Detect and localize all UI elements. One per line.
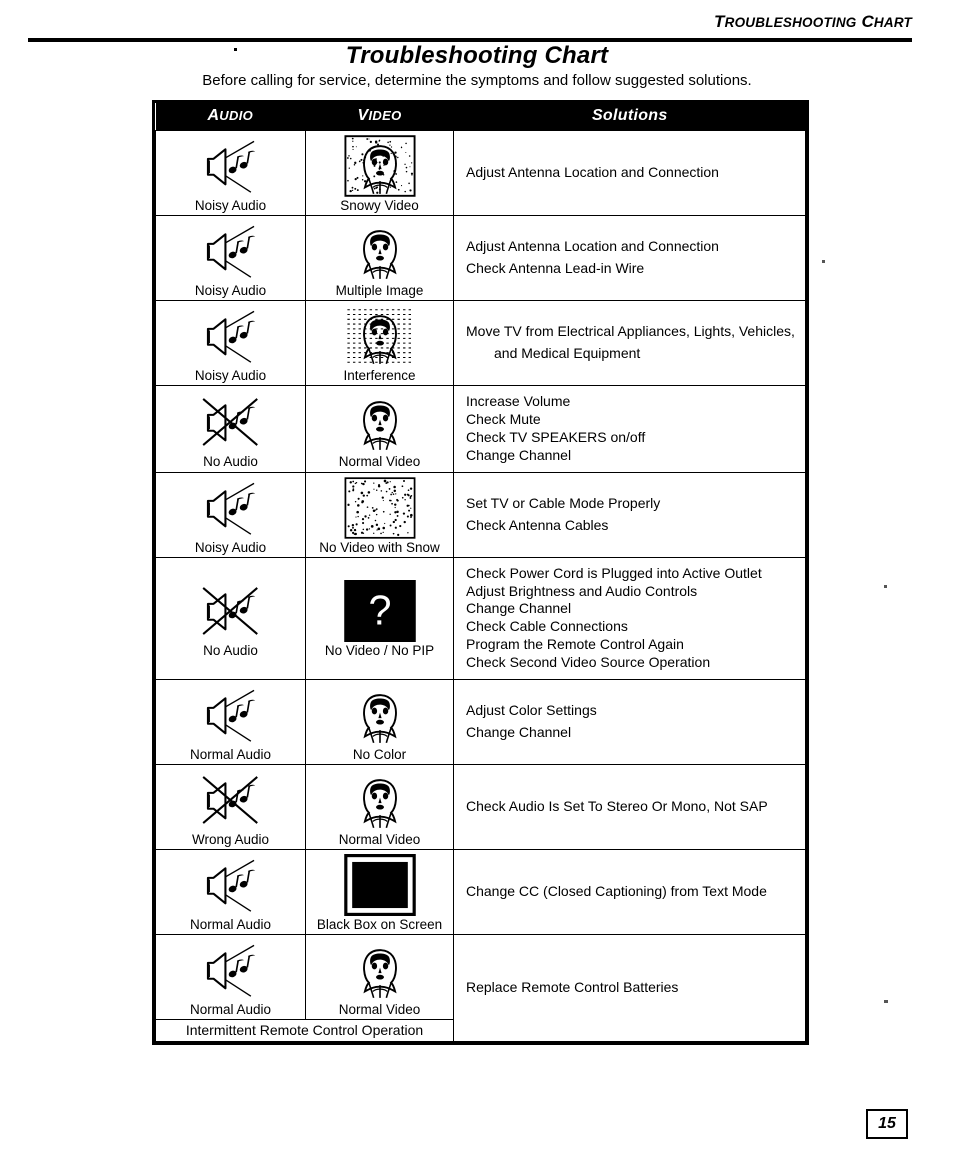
running-head-text: TROUBLESHOOTING CHART [714,12,912,31]
solution-line: Check Mute [466,410,541,427]
audio-symptom-label: Noisy Audio [194,539,267,555]
audio-symptom-cell: No Audio [155,385,306,473]
audio-symptom-cell: Noisy Audio [155,215,306,301]
table-row: Wrong Audio Normal Video Check Audio Is S… [155,764,806,851]
audio-symptom-cell: No Audio [155,556,306,681]
page-title: Troubleshooting Chart [345,42,609,69]
column-header-video: VIDEO [305,103,454,131]
svg-text:?: ? [368,588,391,634]
scan-speckle [884,585,887,588]
solution-line: Change Channel [466,724,572,741]
table-row: Normal Audio Black Box on Screen Change C… [155,849,806,936]
video-symptom-label: Normal Video [338,453,421,469]
video-symptom-cell: Snowy Video [305,130,454,216]
video-symptom-label: Normal Video [338,832,421,848]
video-symptom-cell: No Color [305,679,454,766]
video-symptom-label: Multiple Image [335,283,424,298]
solution-line: Change Channel [466,446,572,463]
audio-symptom-label: Wrong Audio [191,832,270,848]
solutions-cell: Check Power Cord is Plugged into Active … [453,556,806,681]
video-symptom-cell: Interference [305,300,454,386]
solutions-cell: Increase Volume Check Mute Check TV SPEAKE… [453,385,806,473]
video-symptom-cell: Black Box on Screen [305,849,454,936]
audio-symptom-label: Noisy Audio [194,198,267,213]
solutions-cell: Set TV or Cable Mode Properly Check Anten… [453,471,806,558]
solutions-cell: Adjust Antenna Location and Connection Ch… [453,215,806,301]
table-row: Noisy Audio Interference Move TV from Ele… [155,300,806,386]
audio-symptom-label: Normal Audio [189,747,272,763]
video-symptom-cell: Normal Video [305,385,454,473]
audio-symptom-cell: Noisy Audio [155,130,306,216]
solutions-cell: Change CC (Closed Captioning) from Text … [453,849,806,936]
solutions-cell: Adjust Color Settings Change Channel [453,679,806,766]
audio-symptom-cell: Normal Audio [155,934,306,1021]
audio-symptom-label: No Audio [203,453,258,469]
table-row: No Audio ? No Video / No PIP Check Power … [155,556,806,681]
page-number-text: 15 [878,1115,896,1132]
video-symptom-cell: No Video with Snow [305,471,454,558]
solutions-cell: Adjust Antenna Location and Connection [453,130,806,216]
table-header-row: AUDIO VIDEO Solutions [155,103,806,131]
audio-symptom-cell: Normal Audio [155,679,306,766]
solution-line: Check TV SPEAKERS on/off [466,428,646,445]
audio-symptom-label: No Audio [203,643,258,659]
audio-symptom-cell: Normal Audio [155,849,306,936]
solution-line: Move TV from Electrical Appliances, Ligh… [466,323,795,340]
video-symptom-label: No Video / No PIP [324,643,435,659]
video-symptom-label: No Video with Snow [319,539,440,555]
intermittent-remote-note: Intermittent Remote Control Operation [155,1019,454,1043]
table-row: Normal Audio No Color Adjust Color Settin… [155,679,806,766]
solution-line: Change Channel [466,600,572,617]
solution-line: and Medical Equipment [494,345,641,361]
solution-line: Check Cable Connections [466,618,628,635]
video-symptom-label: Black Box on Screen [316,917,443,933]
solution-line: Check Second Video Source Operation [466,654,711,671]
page-subtitle: Before calling for service, determine th… [202,72,752,89]
page-number-badge: 15 [866,1109,908,1139]
scan-speckle [822,260,825,263]
solution-line: Check Power Cord is Plugged into Active … [466,564,762,581]
video-symptom-cell: Multiple Image [305,215,454,301]
troubleshooting-chart-table: AUDIO VIDEO Solutions Noisy Audio Snowy … [152,100,809,1046]
solution-line: Adjust Antenna Location and Connection [466,238,719,255]
video-symptom-cell: Normal Video [305,934,454,1021]
video-symptom-label: Interference [343,368,416,383]
audio-symptom-label: Noisy Audio [194,283,267,298]
solution-line: Set TV or Cable Mode Properly [466,494,661,511]
table-row: Noisy Audio Snowy Video Adjust Antenna Lo… [155,130,806,216]
solution-line: Adjust Brightness and Audio Controls [466,582,698,599]
solutions-cell: Move TV from Electrical Appliances, Ligh… [453,300,806,386]
video-symptom-cell: ? No Video / No PIP [305,556,454,681]
video-symptom-label: Snowy Video [340,198,419,213]
video-symptom-label: Normal Video [338,1002,421,1018]
audio-symptom-cell: Noisy Audio [155,300,306,386]
solution-line: Change CC (Closed Captioning) from Text … [466,883,767,900]
solution-line: Increase Volume [466,393,571,409]
solutions-cell: Check Audio Is Set To Stereo Or Mono, No… [453,764,806,851]
table-row: Noisy Audio No Video with Snow Set TV or … [155,471,806,558]
solution-line: Program the Remote Control Again [466,636,684,653]
column-header-audio: AUDIO [155,103,306,131]
audio-symptom-label: Noisy Audio [194,368,267,383]
scan-speckle [884,1000,888,1003]
solutions-cell: Replace Remote Control Batteries [453,934,806,1043]
column-header-solutions: Solutions [453,103,806,131]
audio-symptom-label: Normal Audio [189,917,272,933]
table-row: No Audio Normal Video Increase Volume Chec… [155,385,806,473]
solution-line: Check Audio Is Set To Stereo Or Mono, No… [466,798,768,815]
solution-line: Check Antenna Lead-in Wire [466,260,645,276]
solution-line: Adjust Antenna Location and Connection [466,164,719,181]
solution-line: Replace Remote Control Batteries [466,979,679,996]
running-head: TROUBLESHOOTING CHART [714,12,912,32]
video-symptom-label: No Color [352,747,407,763]
audio-symptom-cell: Wrong Audio [155,764,306,851]
video-symptom-cell: Normal Video [305,764,454,851]
solution-line: Check Antenna Cables [466,516,609,533]
solution-line: Adjust Color Settings [466,702,597,719]
table-row: Normal Audio Normal Video Replace Remote … [155,934,806,1043]
audio-symptom-label: Normal Audio [189,1002,272,1018]
table-row: Noisy Audio Multiple Image Adjust Antenna… [155,215,806,301]
audio-symptom-cell: Noisy Audio [155,471,306,558]
